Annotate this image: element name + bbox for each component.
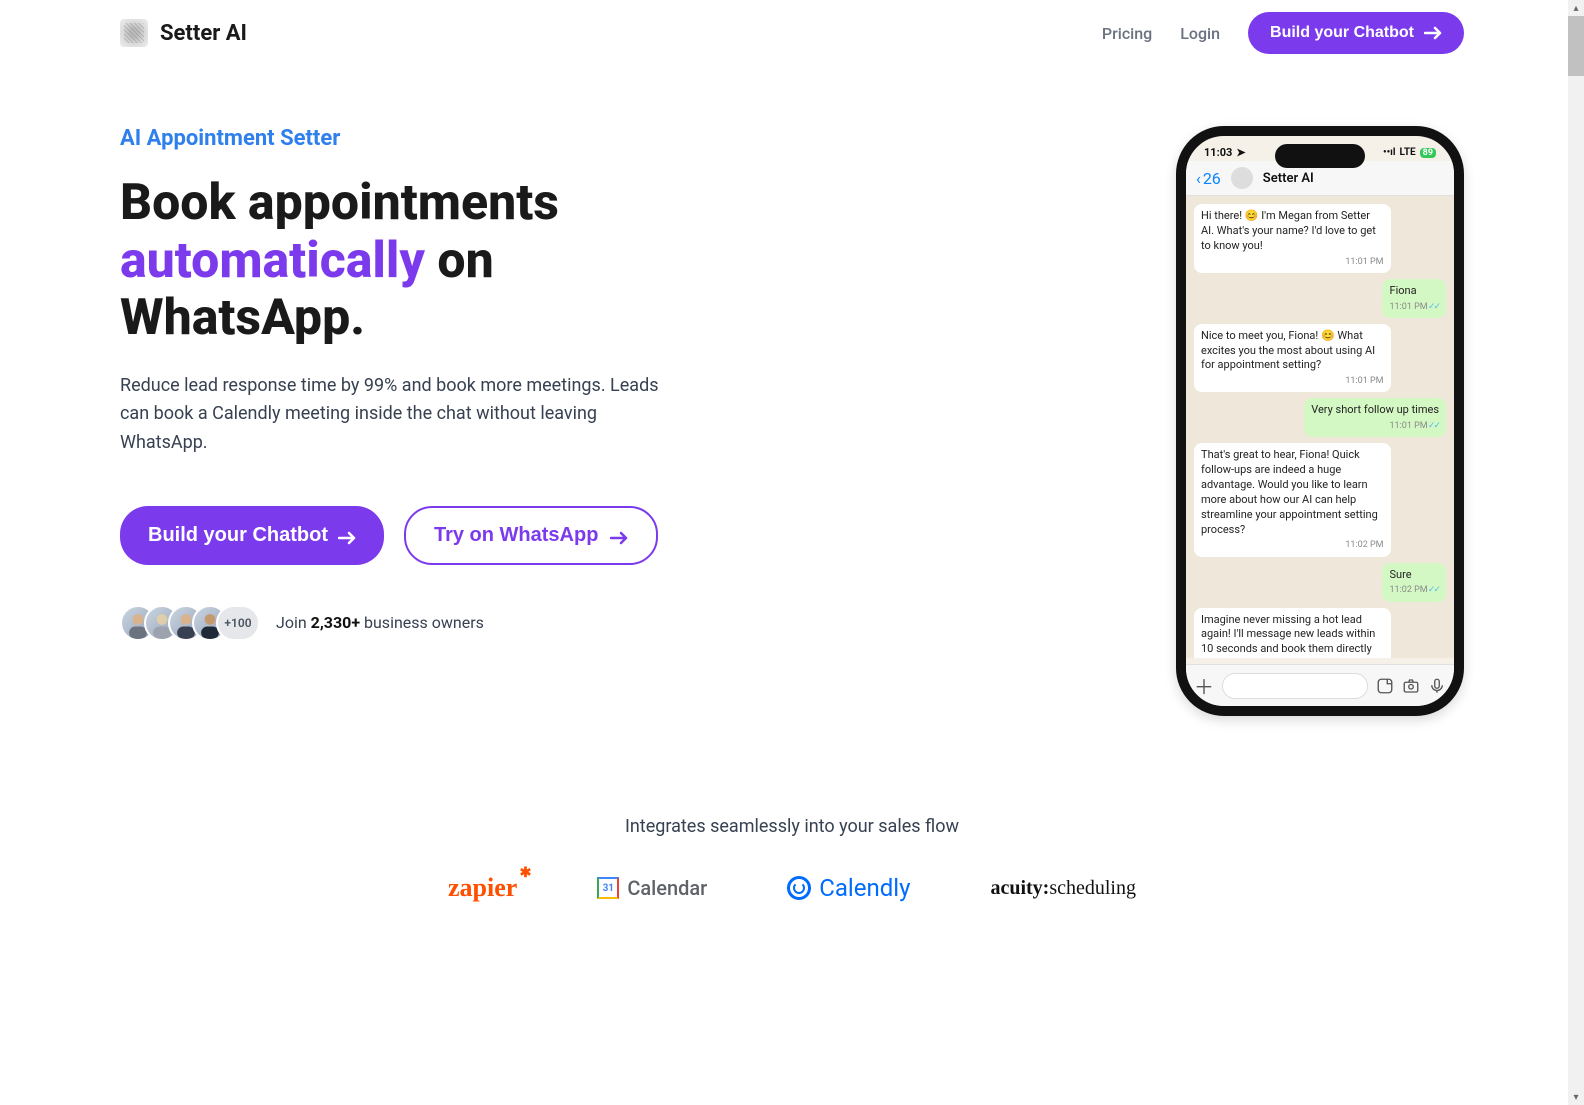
hero-section: AI Appointment Setter Book appointments … [0,66,1584,756]
hero-primary-label: Build your Chatbot [148,524,328,547]
page-scrollbar[interactable]: ▴ ▾ [1568,0,1584,1105]
chat-message-incoming: Hi there! 😊 I'm Megan from Setter AI. Wh… [1194,204,1391,273]
nav-cta-button[interactable]: Build your Chatbot [1248,12,1464,54]
calendly-icon [787,876,811,900]
nav-cta-label: Build your Chatbot [1270,24,1414,42]
plus-icon[interactable]: ＋ [1194,671,1214,700]
arrow-right-icon [1424,26,1442,40]
logo-calendly: Calendly [787,874,910,902]
integrations-title: Integrates seamlessly into your sales fl… [0,816,1584,837]
chevron-left-icon: ‹ [1196,169,1201,188]
hero-primary-button[interactable]: Build your Chatbot [120,506,384,565]
google-calendar-icon: 31 [597,877,619,899]
chat-message-timestamp: 11:02 PM [1201,539,1384,551]
integrations-section: Integrates seamlessly into your sales fl… [0,756,1584,983]
phone-battery: 89 [1420,148,1436,158]
signal-icon: ••ıl [1383,147,1396,158]
chat-input-bar: ＋ [1186,664,1454,706]
chat-message-text: Nice to meet you, Fiona! 😊 What excites … [1201,329,1375,372]
scroll-down-icon[interactable]: ▾ [1568,1089,1584,1105]
chat-back-button[interactable]: ‹ 26 [1196,169,1221,188]
brand-name: Setter AI [160,21,247,46]
integrations-logos: zapier 31 Calendar Calendly acuity:sched… [0,873,1584,903]
brand-block[interactable]: Setter AI [120,19,247,47]
hero-left: AI Appointment Setter Book appointments … [120,126,740,641]
phone-carrier: LTE [1400,147,1416,158]
hero-secondary-label: Try on WhatsApp [434,524,598,547]
chat-message-incoming: That's great to hear, Fiona! Quick follo… [1194,443,1391,556]
phone-frame: 11:03 ➤ ••ıl LTE 89 ‹ 26 Setter AI Hi th… [1176,126,1464,716]
chat-message-text: That's great to hear, Fiona! Quick follo… [1201,448,1378,535]
chat-avatar-icon [1231,167,1253,189]
chat-message-timestamp: 11:01 PM [1201,375,1384,387]
chat-message-outgoing: Sure 11:02 PM [1382,563,1446,602]
microphone-icon[interactable] [1428,677,1446,695]
hero-sub: Reduce lead response time by 99% and boo… [120,372,680,458]
hero-cta-row: Build your Chatbot Try on WhatsApp [120,506,740,565]
phone-mockup: 11:03 ➤ ••ıl LTE 89 ‹ 26 Setter AI Hi th… [1176,126,1464,716]
headline-accent: automatically [120,232,425,290]
scroll-thumb[interactable] [1568,16,1584,76]
calendly-text: Calendly [819,874,910,902]
social-count: 2,330+ [311,613,360,632]
logo-zapier: zapier [448,873,517,903]
chat-message-timestamp: 11:01 PM [1201,256,1384,268]
chat-name: Setter AI [1263,171,1314,186]
google-calendar-text: Calendar [627,876,707,900]
chat-message-outgoing: Fiona 11:01 PM [1382,279,1446,318]
chat-message-text: Sure [1389,568,1411,581]
chat-message-timestamp: 11:01 PM [1389,301,1439,313]
nav-link-login[interactable]: Login [1180,24,1220,43]
chat-back-count: 26 [1203,169,1221,188]
arrow-right-icon [338,528,356,542]
arrow-right-icon [610,528,628,542]
avatar-more-count: +100 [216,605,260,641]
chat-message-timestamp: 11:02 PM [1389,584,1439,596]
brand-logo-icon [120,19,148,47]
nav-link-pricing[interactable]: Pricing [1102,24,1152,43]
hero-eyebrow: AI Appointment Setter [120,126,740,151]
logo-acuity: acuity:scheduling [990,877,1136,900]
hero-headline: Book appointments automatically on Whats… [120,175,740,348]
avatar-stack: +100 [120,605,260,641]
scroll-up-icon[interactable]: ▴ [1568,0,1584,16]
logo-google-calendar: 31 Calendar [597,876,707,900]
acuity-wordmark: acuity:scheduling [990,877,1136,900]
social-proof-text: Join 2,330+ business owners [276,613,484,632]
chat-message-text: Very short follow up times [1311,403,1439,416]
chat-message-text: Hi there! 😊 I'm Megan from Setter AI. Wh… [1201,209,1376,252]
camera-icon[interactable] [1402,677,1420,695]
headline-part1: Book appointments [120,174,559,232]
zapier-wordmark: zapier [448,873,517,903]
social-proof: +100 Join 2,330+ business owners [120,605,740,641]
chat-body: Hi there! 😊 I'm Megan from Setter AI. Wh… [1186,196,1454,658]
chat-message-text: Fiona [1389,284,1416,297]
phone-notch [1275,144,1365,168]
chat-message-text: Imagine never missing a hot lead again! … [1201,613,1382,659]
sticker-icon[interactable] [1376,677,1394,695]
chat-text-input[interactable] [1222,673,1368,699]
social-before: Join [276,613,311,632]
phone-time: 11:03 [1204,146,1232,159]
chat-message-outgoing: Very short follow up times 11:01 PM [1304,398,1446,437]
hero-secondary-button[interactable]: Try on WhatsApp [404,506,658,565]
chat-message-timestamp: 11:01 PM [1311,420,1439,432]
chat-message-incoming: Imagine never missing a hot lead again! … [1194,608,1391,659]
location-icon: ➤ [1236,146,1245,159]
top-nav: Setter AI Pricing Login Build your Chatb… [0,0,1584,66]
nav-right: Pricing Login Build your Chatbot [1102,12,1464,54]
social-after: business owners [360,613,484,632]
chat-message-incoming: Nice to meet you, Fiona! 😊 What excites … [1194,324,1391,393]
